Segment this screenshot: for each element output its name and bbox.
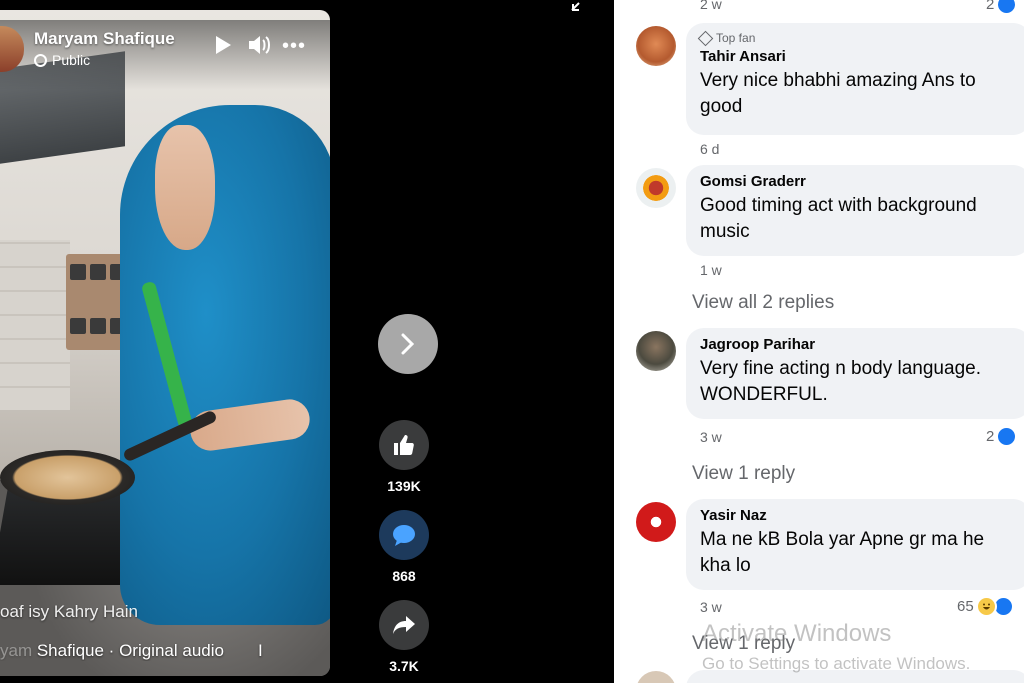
view-replies-link[interactable]: View all 2 replies	[692, 292, 834, 314]
like-action[interactable]: 139K	[378, 420, 430, 494]
comment-bubble: Yasir Naz Ma ne kB Bola yar Apne gr ma h…	[686, 499, 1024, 590]
reaction-count: 2	[986, 428, 995, 445]
more-options-icon[interactable]: •••	[282, 36, 306, 56]
minimize-icon[interactable]	[570, 0, 586, 12]
avatar[interactable]	[636, 26, 676, 66]
video-viewer: Maryam Shafique Public ••• oaf isy Kahry…	[0, 0, 614, 683]
view-replies-link[interactable]: View 1 reply	[692, 633, 795, 655]
reaction-summary[interactable]: 2	[986, 426, 1018, 447]
page-name-link[interactable]: Maryam Shafique	[34, 29, 175, 49]
globe-icon	[34, 53, 47, 67]
reel-video[interactable]	[0, 10, 330, 676]
comment-button[interactable]	[379, 510, 429, 560]
comment-timestamp[interactable]: 2 w	[700, 0, 722, 12]
comment-timestamp[interactable]: 3 w	[700, 429, 722, 445]
commenter-name[interactable]: Tahir Ansari	[700, 48, 1017, 65]
comment-bubble-icon	[393, 525, 415, 546]
avatar[interactable]	[636, 168, 676, 208]
comment-text: Good timing act with background music	[700, 195, 977, 242]
next-video-button[interactable]	[378, 314, 438, 374]
original-audio-link[interactable]: yam Shafique · Original audio I	[0, 641, 330, 661]
reaction-count: 2	[986, 0, 995, 13]
play-icon[interactable]	[216, 36, 231, 54]
comment-bubble: Gomsi Graderr Good timing act with backg…	[686, 165, 1024, 256]
commenter-name[interactable]: Yasir Naz	[700, 507, 1017, 524]
comment-text: Very nice bhabhi amazing Ans to good	[700, 70, 976, 117]
share-button[interactable]	[379, 600, 429, 650]
like-count: 139K	[387, 478, 421, 494]
chevron-right-icon	[401, 333, 415, 355]
comment-text: Ma ne kB Bola yar Apne gr ma he kha lo	[700, 529, 985, 576]
privacy-indicator: Public	[34, 52, 90, 68]
comments-panel: 2 w 2 Top fan Tahir Ansari Very nice bha…	[614, 0, 1024, 683]
reaction-summary[interactable]: 2	[986, 0, 1018, 15]
video-caption: oaf isy Kahry Hain	[0, 602, 138, 621]
person-shawl	[120, 105, 330, 625]
haha-reaction-icon	[975, 596, 997, 617]
like-reaction-icon	[996, 426, 1018, 447]
comment-bubble	[686, 670, 1024, 683]
person-face	[155, 125, 215, 250]
like-button[interactable]	[379, 420, 429, 470]
view-replies-link[interactable]: View 1 reply	[692, 463, 795, 485]
avatar[interactable]	[636, 671, 676, 683]
comment-count: 868	[392, 568, 416, 584]
diamond-icon	[697, 30, 714, 46]
pan-with-roti	[0, 450, 135, 505]
comment-timestamp[interactable]: 6 d	[700, 141, 719, 157]
share-arrow-icon	[393, 616, 415, 634]
reaction-summary[interactable]: 65	[957, 596, 1014, 617]
like-reaction-icon	[996, 0, 1018, 15]
comment-action[interactable]: 868	[378, 510, 430, 584]
share-count: 3.7K	[389, 658, 419, 674]
commenter-name[interactable]: Jagroop Parihar	[700, 336, 1017, 353]
volume-icon[interactable]	[247, 34, 271, 56]
avatar[interactable]	[636, 331, 676, 371]
privacy-label: Public	[52, 52, 91, 68]
wall-tiles	[0, 240, 70, 410]
comment-timestamp[interactable]: 1 w	[700, 262, 722, 278]
share-action[interactable]: 3.7K	[378, 600, 430, 674]
comment-bubble: Top fan Tahir Ansari Very nice bhabhi am…	[686, 23, 1024, 135]
comment-timestamp[interactable]: 3 w	[700, 599, 722, 615]
reaction-count: 65	[957, 598, 974, 615]
comment-bubble: Jagroop Parihar Very fine acting n body …	[686, 328, 1024, 419]
thumbs-up-icon	[394, 435, 414, 455]
commenter-name[interactable]: Gomsi Graderr	[700, 173, 1017, 190]
video-scene	[0, 10, 330, 676]
avatar[interactable]	[636, 502, 676, 542]
comment-text: Very fine acting n body language. WONDER…	[700, 358, 981, 405]
top-fan-badge: Top fan	[697, 30, 1017, 46]
